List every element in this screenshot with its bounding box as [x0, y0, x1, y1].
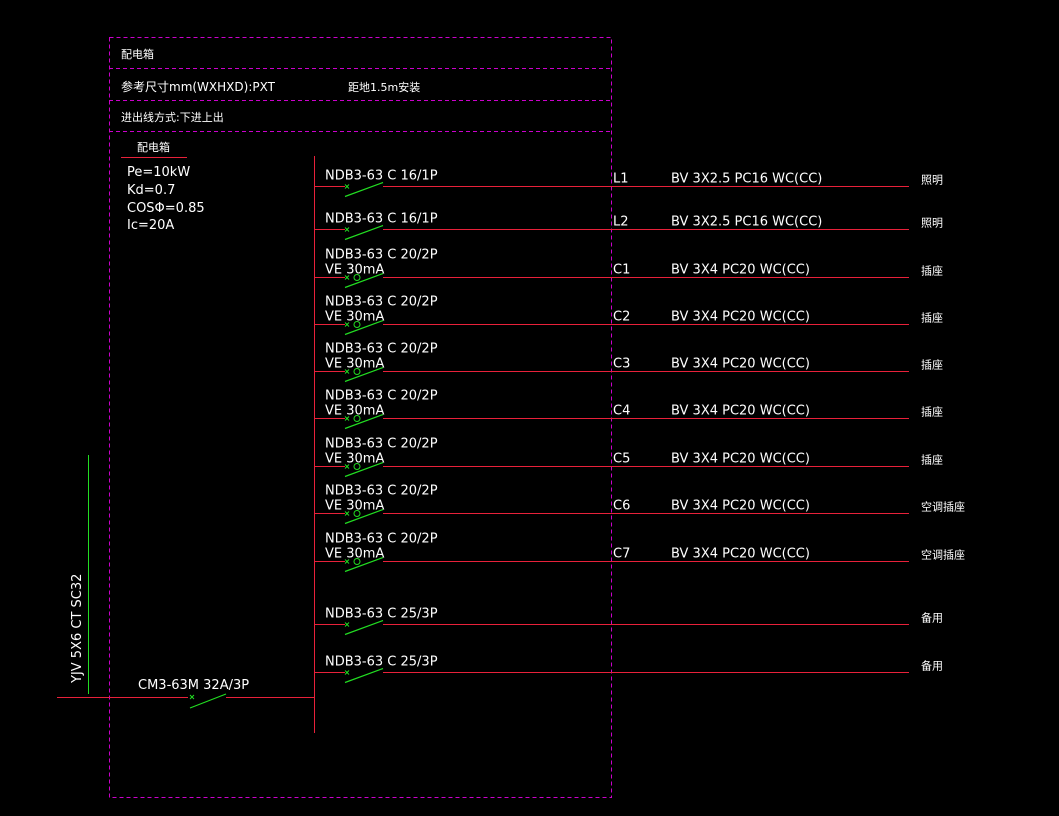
circuit-id: C4	[613, 404, 630, 419]
cable-spec: BV 3X4 PC20 WC(CC)	[671, 547, 810, 562]
breaker-label: NDB3-63 C 20/2P	[325, 389, 438, 404]
circuit-row: NDB3-63 C 20/2PVE 30mA C1 BV 3X4 PC20 WC(C…	[314, 248, 943, 289]
breaker-switch-symbol	[344, 224, 384, 241]
rcd-label: VE 30mA	[325, 310, 384, 325]
breaker-switch-symbol	[344, 619, 384, 636]
incoming-cable-label: YJV 5X6 CT SC32	[70, 574, 85, 684]
rcd-label: VE 30mA	[325, 263, 384, 278]
circuit-id: C3	[613, 357, 630, 372]
circuit-use: 备用	[921, 659, 943, 673]
circuit-id: L1	[613, 172, 629, 187]
breaker-label: NDB3-63 C 16/1P	[325, 169, 438, 184]
param-ic: Ic=20A	[127, 218, 174, 233]
circuit-row: NDB3-63 C 16/1P L2 BV 3X2.5 PC16 WC(CC) 照明	[314, 212, 943, 241]
cable-spec: BV 3X4 PC20 WC(CC)	[671, 499, 810, 514]
cable-spec: BV 3X4 PC20 WC(CC)	[671, 357, 810, 372]
param-pe: Pe=10kW	[127, 165, 190, 180]
circuit-id: C2	[613, 310, 630, 325]
breaker-switch-symbol	[344, 181, 384, 198]
breaker-switch-symbol	[344, 667, 384, 684]
cable-spec: BV 3X4 PC20 WC(CC)	[671, 404, 810, 419]
rcd-label: VE 30mA	[325, 547, 384, 562]
cable-spec: BV 3X2.5 PC16 WC(CC)	[671, 215, 822, 230]
circuit-row: NDB3-63 C 20/2PVE 30mA C3 BV 3X4 PC20 WC(C…	[314, 342, 943, 383]
circuit-id: C7	[613, 547, 630, 562]
circuit-row: NDB3-63 C 25/3P 备用	[314, 655, 943, 684]
breaker-label: NDB3-63 C 20/2P	[325, 484, 438, 499]
circuit-id: C1	[613, 263, 630, 278]
circuit-id: C6	[613, 499, 630, 514]
circuit-row: NDB3-63 C 20/2PVE 30mA C4 BV 3X4 PC20 WC(C…	[314, 389, 943, 430]
rcd-label: VE 30mA	[325, 499, 384, 514]
circuit-use: 插座	[921, 358, 943, 372]
breaker-label: NDB3-63 C 20/2P	[325, 248, 438, 263]
panel-parameters: 配电箱 Pe=10kW Kd=0.7 COSΦ=0.85 Ic=20A	[121, 140, 205, 233]
outgoing-circuits: NDB3-63 C 16/1P L1 BV 3X2.5 PC16 WC(CC) 照明N…	[314, 169, 965, 684]
param-cos: COSΦ=0.85	[127, 201, 205, 216]
panel-name: 配电箱	[137, 140, 170, 154]
rcd-label: VE 30mA	[325, 404, 384, 419]
cable-spec: BV 3X4 PC20 WC(CC)	[671, 263, 810, 278]
main-breaker-symbol	[189, 693, 227, 709]
circuit-use: 插座	[921, 405, 943, 419]
size-label: 参考尺寸mm(WXHXD):PXT	[121, 79, 276, 94]
circuit-row: NDB3-63 C 16/1P L1 BV 3X2.5 PC16 WC(CC) 照明	[314, 169, 943, 198]
breaker-label: NDB3-63 C 25/3P	[325, 655, 438, 670]
main-breaker-label: CM3-63M 32A/3P	[138, 678, 249, 693]
circuit-use: 空调插座	[921, 500, 965, 514]
rcd-label: VE 30mA	[325, 357, 384, 372]
circuit-id: L2	[613, 215, 629, 230]
install-note: 距地1.5m安装	[348, 80, 420, 94]
circuit-row: NDB3-63 C 20/2PVE 30mA C7 BV 3X4 PC20 WC(C…	[314, 532, 965, 573]
circuit-id: C5	[613, 452, 630, 467]
wiring-method: 进出线方式:下进上出	[121, 110, 224, 124]
circuit-row: NDB3-63 C 20/2PVE 30mA C2 BV 3X4 PC20 WC(C…	[314, 295, 943, 336]
breaker-label: NDB3-63 C 20/2P	[325, 295, 438, 310]
circuit-use: 空调插座	[921, 548, 965, 562]
distribution-diagram: 配电箱 参考尺寸mm(WXHXD):PXT 距地1.5m安装 进出线方式:下进上…	[57, 37, 965, 798]
cable-spec: BV 3X4 PC20 WC(CC)	[671, 310, 810, 325]
circuit-use: 插座	[921, 264, 943, 278]
header-title: 配电箱	[121, 47, 154, 61]
circuit-use: 插座	[921, 453, 943, 467]
circuit-use: 照明	[921, 217, 943, 230]
circuit-use: 照明	[921, 174, 943, 187]
breaker-label: NDB3-63 C 20/2P	[325, 437, 438, 452]
breaker-label: NDB3-63 C 20/2P	[325, 342, 438, 357]
rcd-label: VE 30mA	[325, 452, 384, 467]
circuit-row: NDB3-63 C 25/3P 备用	[314, 607, 943, 636]
cable-spec: BV 3X4 PC20 WC(CC)	[671, 452, 810, 467]
breaker-label: NDB3-63 C 20/2P	[325, 532, 438, 547]
param-kd: Kd=0.7	[127, 183, 175, 198]
header: 配电箱 参考尺寸mm(WXHXD):PXT 距地1.5m安装 进出线方式:下进上…	[121, 47, 420, 124]
cable-spec: BV 3X2.5 PC16 WC(CC)	[671, 172, 822, 187]
breaker-label: NDB3-63 C 16/1P	[325, 212, 438, 227]
circuit-row: NDB3-63 C 20/2PVE 30mA C6 BV 3X4 PC20 WC(C…	[314, 484, 965, 525]
breaker-label: NDB3-63 C 25/3P	[325, 607, 438, 622]
circuit-use: 备用	[921, 611, 943, 625]
incoming-feeder: YJV 5X6 CT SC32 CM3-63M 32A/3P	[57, 455, 314, 709]
circuit-row: NDB3-63 C 20/2PVE 30mA C5 BV 3X4 PC20 WC(C…	[314, 437, 943, 478]
circuit-use: 插座	[921, 311, 943, 325]
